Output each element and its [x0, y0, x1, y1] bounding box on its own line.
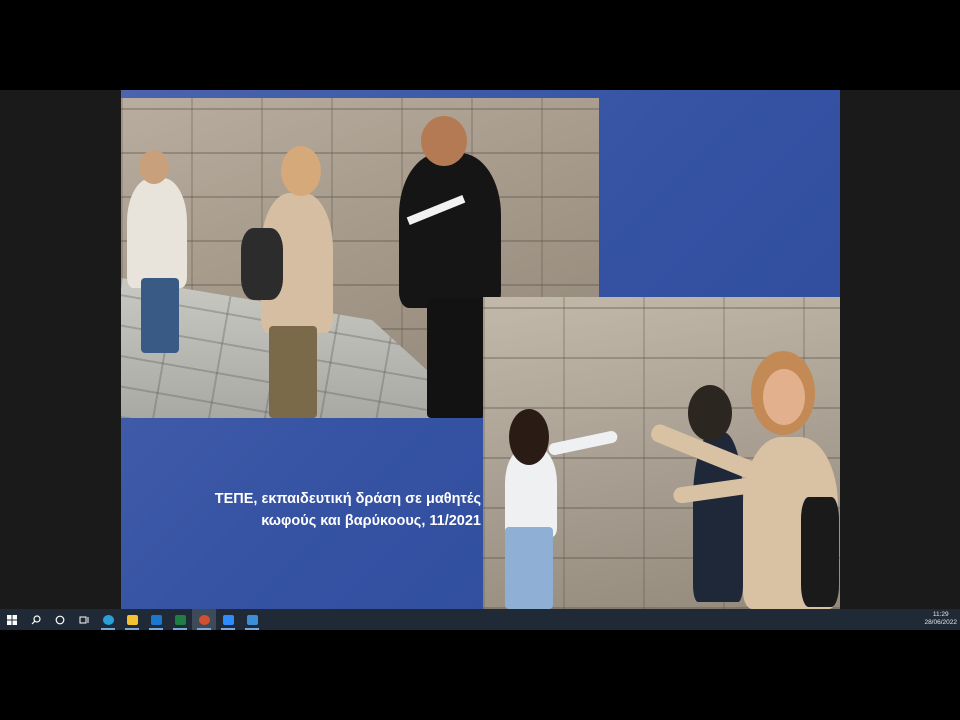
mail-icon[interactable]: [144, 609, 168, 630]
cortana-icon[interactable]: [48, 609, 72, 630]
clock-date: 28/06/2022: [924, 619, 957, 626]
photos-icon[interactable]: [240, 609, 264, 630]
photo-teacher-signing: [483, 297, 840, 609]
clock-time: 11:29: [932, 611, 949, 618]
edge-icon[interactable]: [96, 609, 120, 630]
excel-icon[interactable]: [168, 609, 192, 630]
caption-line-2: κωφούς και βαρύκοους, 11/2021: [261, 513, 481, 529]
windows-start-icon[interactable]: [0, 609, 24, 630]
slide-caption: ΤΕΠΕ, εκπαιδευτική δράση σε μαθητές κωφο…: [121, 488, 481, 532]
windows-taskbar: 11:29 28/06/2022: [0, 609, 960, 630]
search-icon[interactable]: [24, 609, 48, 630]
caption-line-1: ΤΕΠΕ, εκπαιδευτική δράση σε μαθητές: [214, 491, 481, 507]
task-view-icon[interactable]: [72, 609, 96, 630]
file-explorer-icon[interactable]: [120, 609, 144, 630]
zoom-icon[interactable]: [216, 609, 240, 630]
screen-share-area: ΤΕΠΕ, εκπαιδευτική δράση σε μαθητές κωφο…: [0, 90, 960, 630]
presentation-slide: ΤΕΠΕ, εκπαιδευτική δράση σε μαθητές κωφο…: [121, 90, 840, 609]
system-clock[interactable]: 11:29 28/06/2022: [924, 611, 957, 627]
powerpoint-icon[interactable]: [192, 609, 216, 630]
